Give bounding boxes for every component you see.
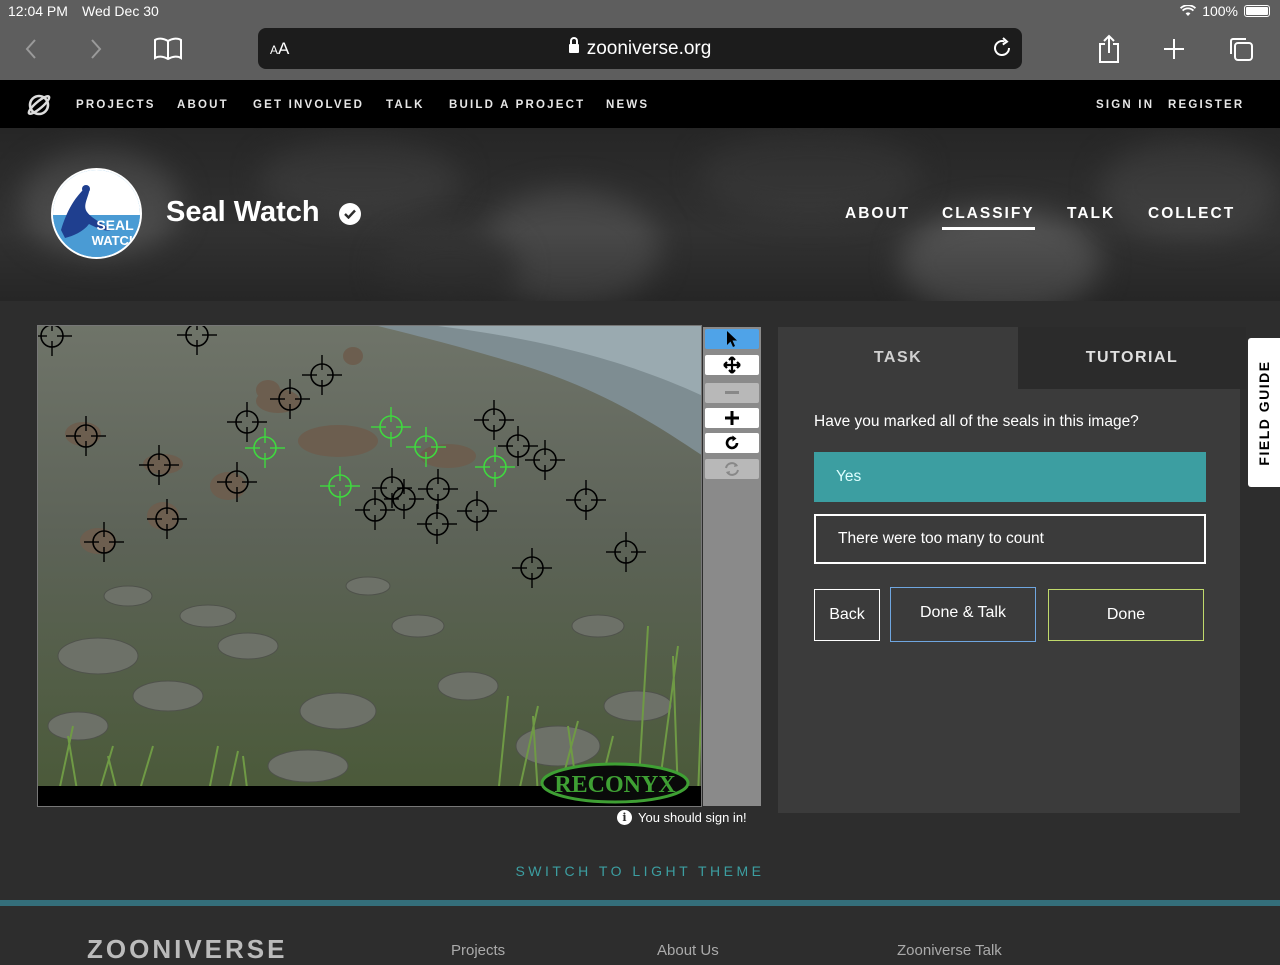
reset-icon[interactable] xyxy=(705,459,759,479)
subject-image[interactable]: RECONYX xyxy=(38,326,702,807)
task-panel: TASK TUTORIAL Have you marked all of the… xyxy=(778,327,1246,813)
project-tab-talk[interactable]: TALK xyxy=(1067,205,1115,223)
nav-projects[interactable]: PROJECTS xyxy=(76,99,156,111)
bookmarks-icon[interactable] xyxy=(151,32,185,66)
sign-in-notice-text: You should sign in! xyxy=(638,810,747,825)
sign-in-notice: i You should sign in! xyxy=(617,810,747,825)
status-date: Wed Dec 30 xyxy=(82,3,159,19)
field-guide-label: FIELD GUIDE xyxy=(1256,359,1272,466)
field-guide-tab[interactable]: FIELD GUIDE xyxy=(1248,338,1280,487)
subject-viewer[interactable]: RECONYX xyxy=(37,325,702,807)
browser-toolbar: AA zooniverse.org xyxy=(0,22,1280,80)
answer-yes[interactable]: Yes xyxy=(814,452,1206,502)
done-and-talk-button[interactable]: Done & Talk xyxy=(890,587,1036,642)
task-question: Have you marked all of the seals in this… xyxy=(814,413,1139,430)
zoom-in-icon[interactable] xyxy=(705,408,759,428)
logo-text-seal: SEAL xyxy=(96,217,134,233)
new-tab-icon[interactable] xyxy=(1157,32,1191,66)
back-button[interactable]: Back xyxy=(814,589,880,641)
wifi-icon xyxy=(1180,5,1197,16)
back-arrow-icon[interactable] xyxy=(14,32,48,66)
url-text: zooniverse.org xyxy=(586,38,712,59)
zooniverse-logo-icon[interactable] xyxy=(27,93,51,122)
project-title[interactable]: Seal Watch xyxy=(166,196,320,229)
info-icon: i xyxy=(617,810,632,825)
verified-badge-icon xyxy=(339,203,361,225)
switch-theme-link[interactable]: SWITCH TO LIGHT THEME xyxy=(0,863,1280,879)
rotate-icon[interactable] xyxy=(705,433,759,453)
zoom-out-icon[interactable] xyxy=(705,383,759,403)
footer-link-talk[interactable]: Zooniverse Talk xyxy=(897,942,1002,959)
pan-icon[interactable] xyxy=(705,355,759,375)
project-avatar[interactable]: SEAL WATCH xyxy=(51,168,142,259)
status-bar: 12:04 PM Wed Dec 30 100% xyxy=(0,0,1280,22)
address-bar[interactable]: AA zooniverse.org xyxy=(258,28,1022,69)
tab-tutorial[interactable]: TUTORIAL xyxy=(1018,327,1246,389)
battery-percent: 100% xyxy=(1202,3,1238,19)
nav-news[interactable]: NEWS xyxy=(606,99,649,111)
tabs-overview-icon[interactable] xyxy=(1224,32,1258,66)
project-header: SEAL WATCH Seal Watch ABOUT CLASSIFY TAL… xyxy=(0,128,1280,301)
done-button[interactable]: Done xyxy=(1048,589,1204,641)
reconyx-watermark: RECONYX xyxy=(540,762,690,804)
project-tab-about[interactable]: ABOUT xyxy=(845,205,910,223)
nav-get-involved[interactable]: GET INVOLVED xyxy=(253,99,364,111)
answer-too-many[interactable]: There were too many to count xyxy=(814,514,1206,564)
nav-about[interactable]: ABOUT xyxy=(177,99,229,111)
pointer-icon[interactable] xyxy=(705,329,759,349)
forward-arrow-icon[interactable] xyxy=(79,32,113,66)
status-time: 12:04 PM xyxy=(8,3,68,19)
viewer-toolbar xyxy=(703,327,761,806)
site-nav: PROJECTS ABOUT GET INVOLVED TALK BUILD A… xyxy=(0,80,1280,128)
project-tab-classify[interactable]: CLASSIFY xyxy=(942,205,1035,230)
reload-icon[interactable] xyxy=(990,36,1014,65)
watermark-text: RECONYX xyxy=(554,772,676,798)
tab-task[interactable]: TASK xyxy=(778,327,1018,389)
footer: ZOONIVERSE Projects About Us Zooniverse … xyxy=(0,906,1280,964)
footer-brand[interactable]: ZOONIVERSE xyxy=(87,934,287,965)
register-link[interactable]: REGISTER xyxy=(1168,99,1244,111)
battery-icon xyxy=(1244,5,1270,17)
share-icon[interactable] xyxy=(1092,32,1126,66)
sign-in-link[interactable]: SIGN IN xyxy=(1096,99,1154,111)
nav-talk[interactable]: TALK xyxy=(386,99,425,111)
lock-icon xyxy=(568,37,579,53)
nav-build-a-project[interactable]: BUILD A PROJECT xyxy=(449,99,585,111)
project-tab-collect[interactable]: COLLECT xyxy=(1148,205,1235,223)
footer-link-projects[interactable]: Projects xyxy=(451,942,505,959)
footer-link-about-us[interactable]: About Us xyxy=(657,942,719,959)
